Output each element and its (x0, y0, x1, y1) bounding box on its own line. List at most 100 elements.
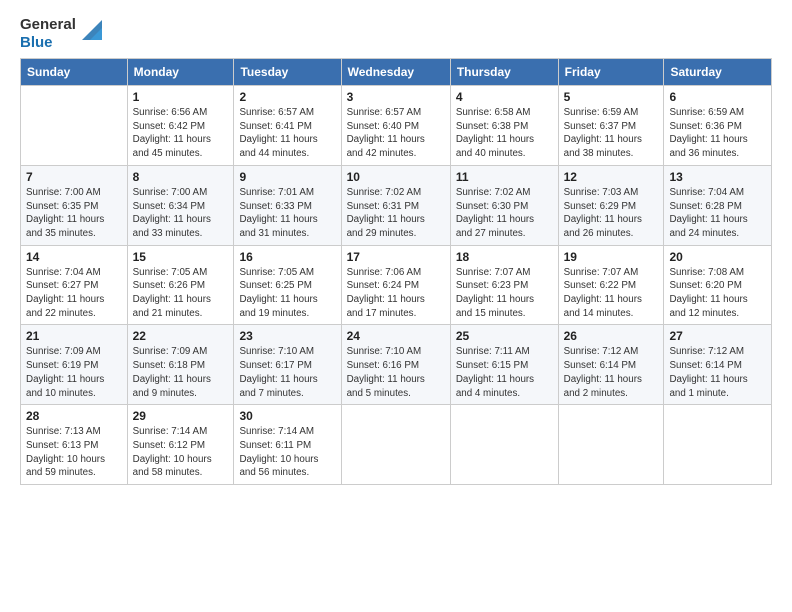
day-number: 5 (564, 90, 659, 104)
day-number: 26 (564, 329, 659, 343)
weekday-header-monday: Monday (127, 59, 234, 86)
week-row-5: 28 Sunrise: 7:13 AMSunset: 6:13 PMDayligh… (21, 405, 772, 485)
day-number: 12 (564, 170, 659, 184)
calendar-cell (558, 405, 664, 485)
calendar-cell (341, 405, 450, 485)
day-info: Sunrise: 7:09 AMSunset: 6:19 PMDaylight:… (26, 345, 122, 400)
calendar-cell: 24 Sunrise: 7:10 AMSunset: 6:16 PMDayligh… (341, 325, 450, 405)
calendar-cell: 30 Sunrise: 7:14 AMSunset: 6:11 PMDayligh… (234, 405, 341, 485)
weekday-header-wednesday: Wednesday (341, 59, 450, 86)
day-info: Sunrise: 6:59 AMSunset: 6:36 PMDaylight:… (669, 106, 766, 161)
calendar-cell (21, 86, 128, 166)
calendar-cell: 9 Sunrise: 7:01 AMSunset: 6:33 PMDaylight… (234, 165, 341, 245)
day-number: 8 (133, 170, 229, 184)
calendar-cell: 8 Sunrise: 7:00 AMSunset: 6:34 PMDaylight… (127, 165, 234, 245)
calendar-cell (450, 405, 558, 485)
day-number: 22 (133, 329, 229, 343)
day-number: 20 (669, 250, 766, 264)
day-info: Sunrise: 7:12 AMSunset: 6:14 PMDaylight:… (564, 345, 659, 400)
day-number: 10 (347, 170, 445, 184)
calendar-cell: 17Sunrise: 7:06 AMSunset: 6:24 PMDayligh… (341, 245, 450, 325)
weekday-header-friday: Friday (558, 59, 664, 86)
day-info: Sunrise: 7:03 AMSunset: 6:29 PMDaylight:… (564, 186, 659, 241)
calendar-cell: 5 Sunrise: 6:59 AMSunset: 6:37 PMDaylight… (558, 86, 664, 166)
calendar-cell: 15Sunrise: 7:05 AMSunset: 6:26 PMDayligh… (127, 245, 234, 325)
day-info: Sunrise: 7:07 AMSunset: 6:22 PMDaylight:… (564, 266, 659, 321)
day-number: 28 (26, 409, 122, 423)
week-row-2: 7 Sunrise: 7:00 AMSunset: 6:35 PMDaylight… (21, 165, 772, 245)
day-info: Sunrise: 7:00 AMSunset: 6:34 PMDaylight:… (133, 186, 229, 241)
logo-general: General (20, 16, 76, 34)
calendar-cell: 2 Sunrise: 6:57 AMSunset: 6:41 PMDaylight… (234, 86, 341, 166)
day-info: Sunrise: 7:14 AMSunset: 6:12 PMDaylight:… (133, 425, 229, 480)
calendar-cell: 12 Sunrise: 7:03 AMSunset: 6:29 PMDayligh… (558, 165, 664, 245)
calendar-cell: 11 Sunrise: 7:02 AMSunset: 6:30 PMDayligh… (450, 165, 558, 245)
calendar-cell: 16 Sunrise: 7:05 AMSunset: 6:25 PMDayligh… (234, 245, 341, 325)
calendar-cell: 28 Sunrise: 7:13 AMSunset: 6:13 PMDayligh… (21, 405, 128, 485)
day-info: Sunrise: 7:05 AMSunset: 6:25 PMDaylight:… (239, 266, 335, 321)
calendar-cell: 14Sunrise: 7:04 AMSunset: 6:27 PMDayligh… (21, 245, 128, 325)
calendar-cell: 20 Sunrise: 7:08 AMSunset: 6:20 PMDayligh… (664, 245, 772, 325)
calendar-cell: 1 Sunrise: 6:56 AMSunset: 6:42 PMDaylight… (127, 86, 234, 166)
week-row-4: 21Sunrise: 7:09 AMSunset: 6:19 PMDayligh… (21, 325, 772, 405)
day-info: Sunrise: 7:14 AMSunset: 6:11 PMDaylight:… (239, 425, 335, 480)
calendar-cell: 26 Sunrise: 7:12 AMSunset: 6:14 PMDayligh… (558, 325, 664, 405)
day-info: Sunrise: 7:13 AMSunset: 6:13 PMDaylight:… (26, 425, 122, 480)
day-info: Sunrise: 7:10 AMSunset: 6:17 PMDaylight:… (239, 345, 335, 400)
day-info: Sunrise: 7:10 AMSunset: 6:16 PMDaylight:… (347, 345, 445, 400)
calendar-cell: 18 Sunrise: 7:07 AMSunset: 6:23 PMDayligh… (450, 245, 558, 325)
day-info: Sunrise: 6:56 AMSunset: 6:42 PMDaylight:… (133, 106, 229, 161)
day-number: 24 (347, 329, 445, 343)
weekday-header-saturday: Saturday (664, 59, 772, 86)
day-number: 19 (564, 250, 659, 264)
day-number: 2 (239, 90, 335, 104)
day-info: Sunrise: 7:12 AMSunset: 6:14 PMDaylight:… (669, 345, 766, 400)
day-number: 23 (239, 329, 335, 343)
day-info: Sunrise: 6:57 AMSunset: 6:40 PMDaylight:… (347, 106, 445, 161)
calendar-cell: 6 Sunrise: 6:59 AMSunset: 6:36 PMDaylight… (664, 86, 772, 166)
day-info: Sunrise: 7:01 AMSunset: 6:33 PMDaylight:… (239, 186, 335, 241)
calendar-cell: 10Sunrise: 7:02 AMSunset: 6:31 PMDayligh… (341, 165, 450, 245)
calendar-cell: 19 Sunrise: 7:07 AMSunset: 6:22 PMDayligh… (558, 245, 664, 325)
day-info: Sunrise: 7:09 AMSunset: 6:18 PMDaylight:… (133, 345, 229, 400)
day-number: 16 (239, 250, 335, 264)
day-number: 30 (239, 409, 335, 423)
logo-blue: Blue (20, 34, 76, 52)
day-number: 13 (669, 170, 766, 184)
day-number: 27 (669, 329, 766, 343)
day-info: Sunrise: 6:58 AMSunset: 6:38 PMDaylight:… (456, 106, 553, 161)
day-number: 18 (456, 250, 553, 264)
calendar-cell: 21Sunrise: 7:09 AMSunset: 6:19 PMDayligh… (21, 325, 128, 405)
day-info: Sunrise: 7:02 AMSunset: 6:30 PMDaylight:… (456, 186, 553, 241)
logo-triangle-icon (82, 20, 102, 40)
day-number: 3 (347, 90, 445, 104)
calendar-cell: 4Sunrise: 6:58 AMSunset: 6:38 PMDaylight… (450, 86, 558, 166)
logo: General Blue (20, 16, 102, 52)
calendar-cell: 7 Sunrise: 7:00 AMSunset: 6:35 PMDaylight… (21, 165, 128, 245)
day-number: 7 (26, 170, 122, 184)
calendar-table: SundayMondayTuesdayWednesdayThursdayFrid… (20, 58, 772, 485)
day-number: 9 (239, 170, 335, 184)
weekday-header-sunday: Sunday (21, 59, 128, 86)
week-row-3: 14Sunrise: 7:04 AMSunset: 6:27 PMDayligh… (21, 245, 772, 325)
calendar-cell: 22 Sunrise: 7:09 AMSunset: 6:18 PMDayligh… (127, 325, 234, 405)
day-number: 1 (133, 90, 229, 104)
calendar-cell: 23 Sunrise: 7:10 AMSunset: 6:17 PMDayligh… (234, 325, 341, 405)
day-number: 6 (669, 90, 766, 104)
calendar-cell: 25Sunrise: 7:11 AMSunset: 6:15 PMDayligh… (450, 325, 558, 405)
day-info: Sunrise: 7:08 AMSunset: 6:20 PMDaylight:… (669, 266, 766, 321)
calendar-cell (664, 405, 772, 485)
day-info: Sunrise: 6:59 AMSunset: 6:37 PMDaylight:… (564, 106, 659, 161)
day-info: Sunrise: 6:57 AMSunset: 6:41 PMDaylight:… (239, 106, 335, 161)
day-number: 11 (456, 170, 553, 184)
page-header: General Blue (20, 16, 772, 52)
weekday-header-thursday: Thursday (450, 59, 558, 86)
weekday-header-row: SundayMondayTuesdayWednesdayThursdayFrid… (21, 59, 772, 86)
day-number: 14 (26, 250, 122, 264)
weekday-header-tuesday: Tuesday (234, 59, 341, 86)
calendar-cell: 3 Sunrise: 6:57 AMSunset: 6:40 PMDaylight… (341, 86, 450, 166)
day-info: Sunrise: 7:07 AMSunset: 6:23 PMDaylight:… (456, 266, 553, 321)
calendar-cell: 27 Sunrise: 7:12 AMSunset: 6:14 PMDayligh… (664, 325, 772, 405)
day-number: 29 (133, 409, 229, 423)
day-info: Sunrise: 7:00 AMSunset: 6:35 PMDaylight:… (26, 186, 122, 241)
